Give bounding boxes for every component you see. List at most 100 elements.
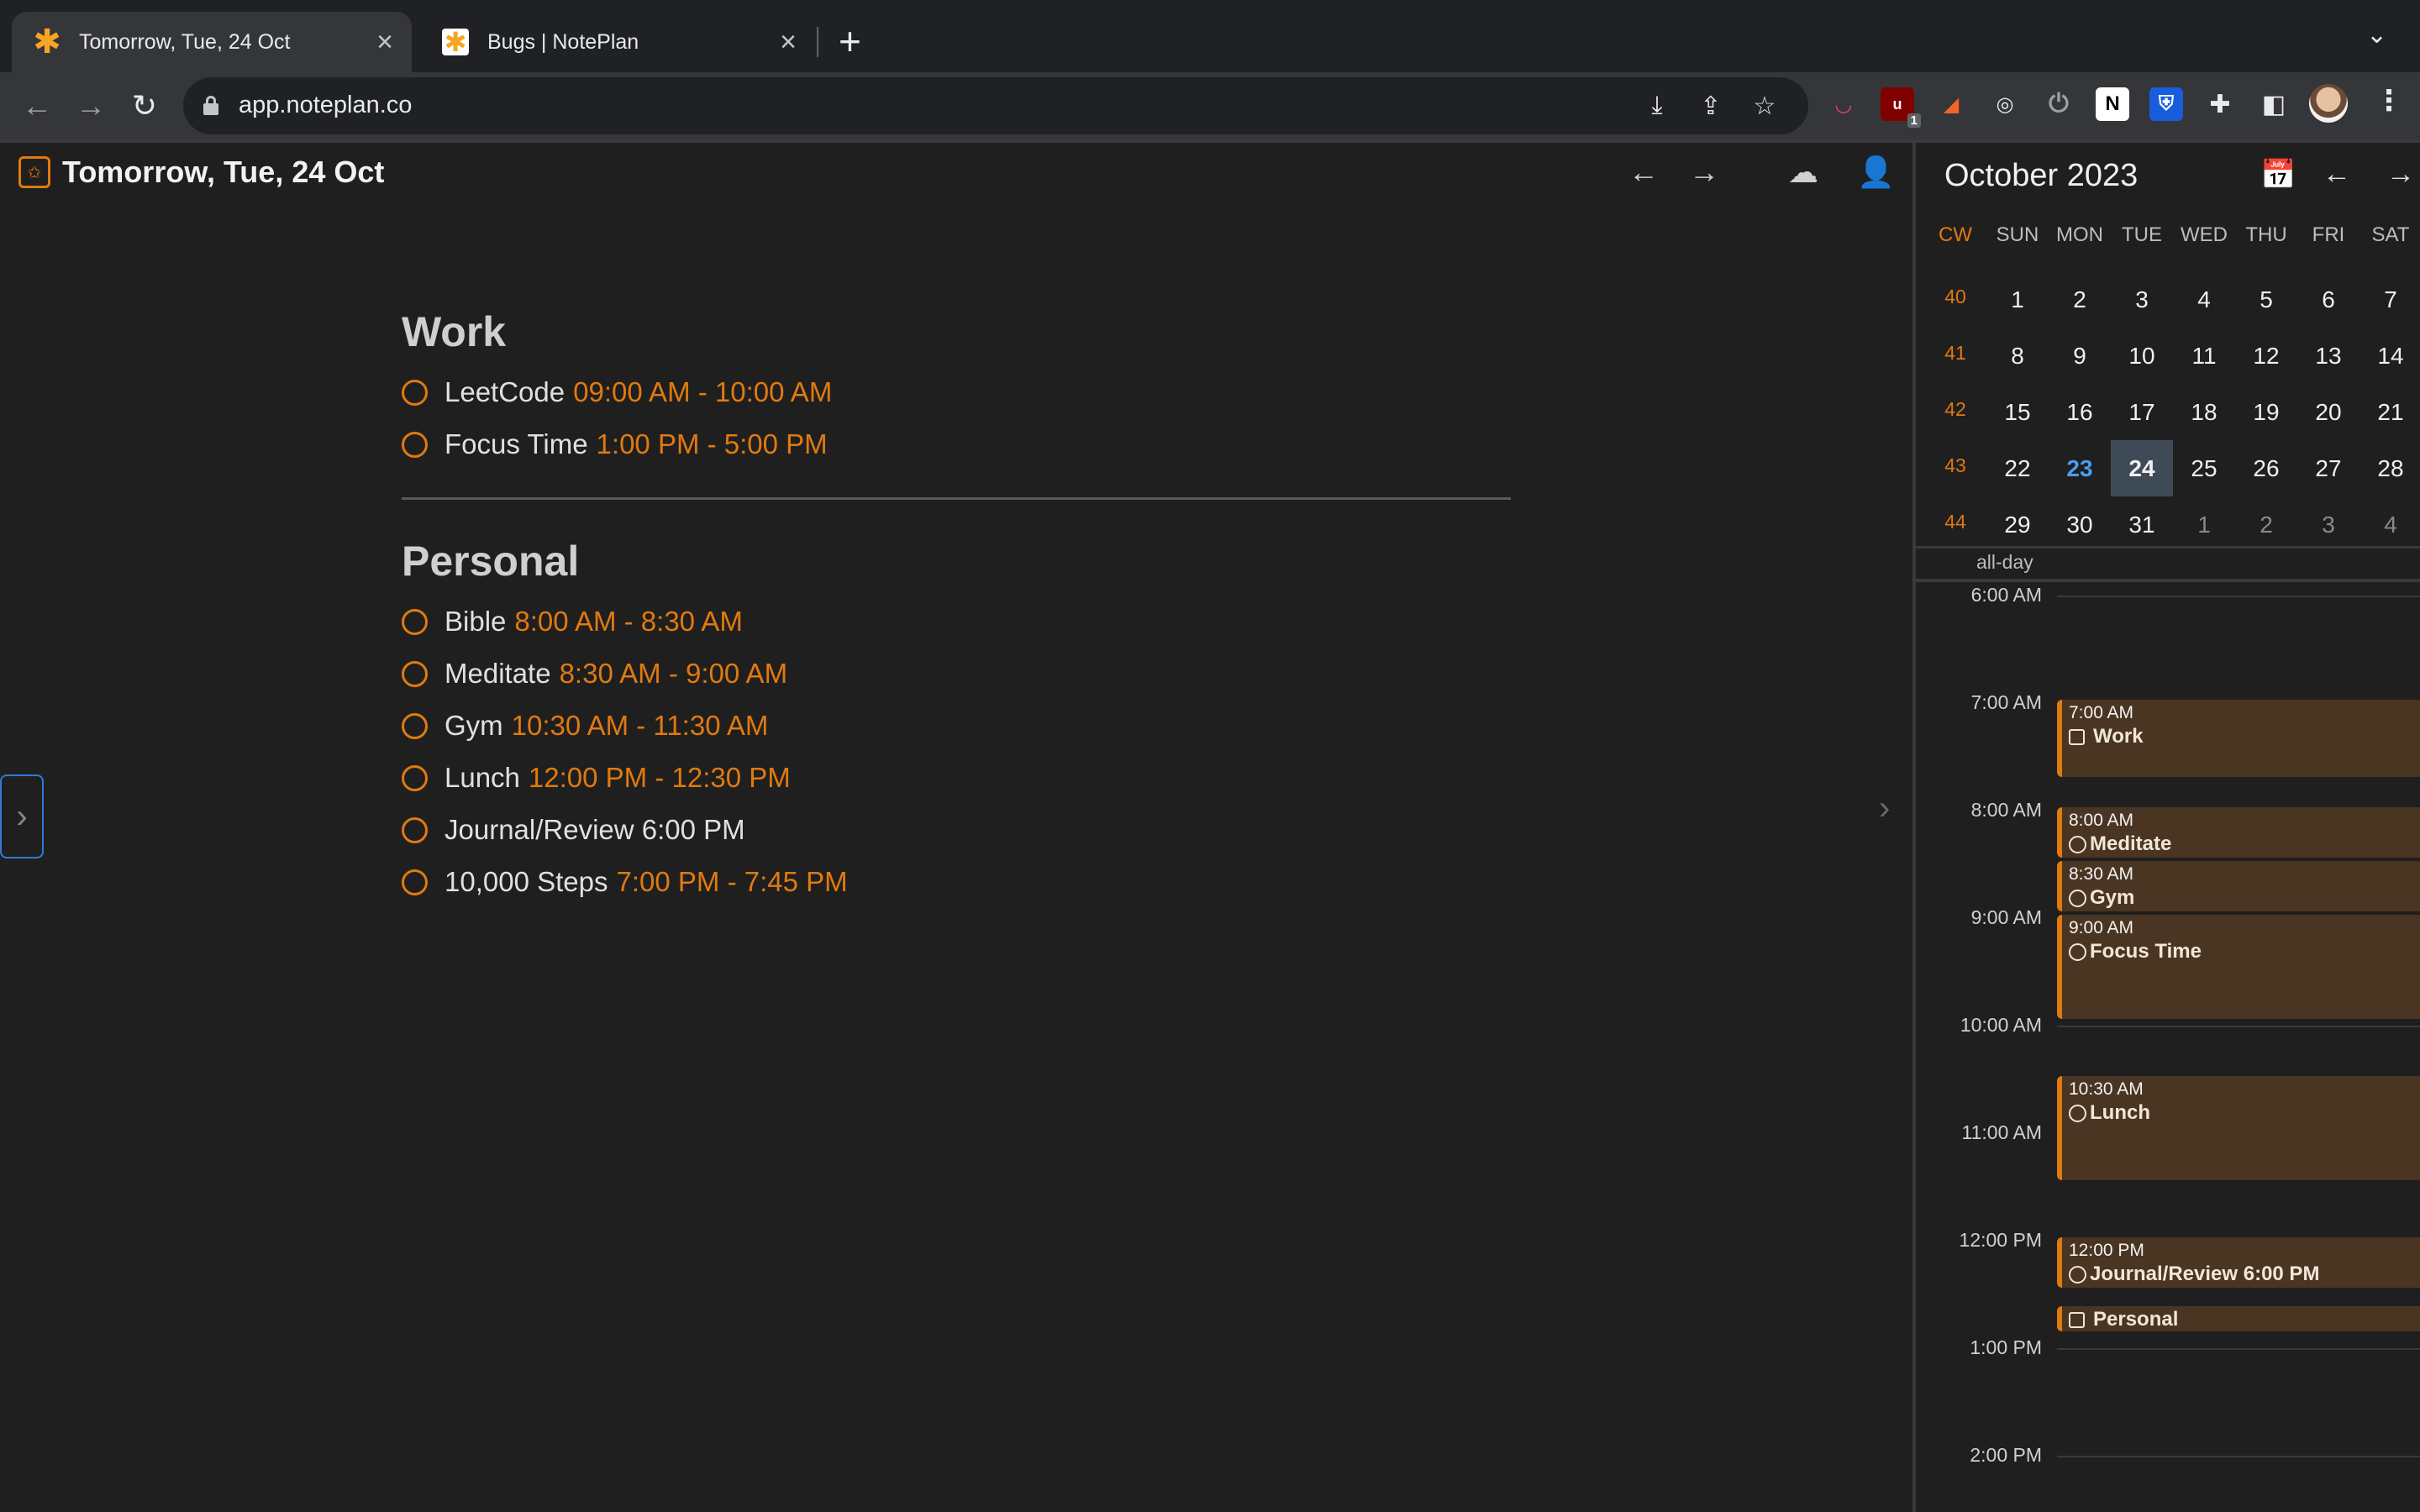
bitwarden-extension-icon[interactable]: ⛨: [2149, 87, 2183, 121]
calendar-day[interactable]: 21: [2360, 384, 2420, 440]
calendar-day[interactable]: 29: [1986, 496, 2049, 553]
calendar-day[interactable]: 8: [1986, 328, 2049, 384]
task-item[interactable]: Focus Time 1:00 PM - 5:00 PM: [402, 418, 1511, 470]
calendar-day[interactable]: 27: [2297, 440, 2360, 496]
calendar-day[interactable]: 1: [2173, 496, 2235, 553]
task-item[interactable]: LeetCode 09:00 AM - 10:00 AM: [402, 366, 1511, 418]
day-timeline[interactable]: 6:00 AM 7:00 AM 8:00 AM 9:00 AM 10:00 AM 11:0…: [1916, 582, 2420, 1512]
power-extension-icon[interactable]: ⏻: [2042, 87, 2075, 121]
calendar-day[interactable]: 23: [2049, 440, 2111, 496]
task-checkbox-circle-icon[interactable]: [402, 608, 428, 635]
calendar-day[interactable]: 30: [2049, 496, 2111, 553]
week-number[interactable]: 43: [1924, 440, 1986, 496]
close-tab-icon[interactable]: ×: [376, 26, 393, 59]
calendar-day[interactable]: 11: [2173, 328, 2235, 384]
calendar-day[interactable]: 1: [1986, 271, 2049, 328]
spy-extension-icon[interactable]: ◎: [1988, 87, 2022, 121]
bookmark-star-icon[interactable]: ☆: [1749, 91, 1780, 121]
forward-arrow-icon[interactable]: →: [71, 86, 111, 126]
calendar-day[interactable]: 10: [2111, 328, 2173, 384]
calendar-event[interactable]: 12:00 PM Journal/Review 6:00 PM: [2057, 1237, 2420, 1288]
close-tab-icon[interactable]: ×: [780, 26, 797, 59]
browser-tab-active[interactable]: ✱ Tomorrow, Tue, 24 Oct ×: [12, 12, 412, 72]
back-arrow-icon[interactable]: ←: [17, 86, 57, 126]
reload-icon[interactable]: ↻: [124, 86, 165, 126]
calendar-day[interactable]: 3: [2111, 271, 2173, 328]
task-checkbox-circle-icon[interactable]: [402, 379, 428, 406]
cloud-sync-icon[interactable]: ☁: [1788, 155, 1818, 190]
calendar-day[interactable]: 13: [2297, 328, 2360, 384]
task-checkbox-circle-icon[interactable]: [402, 869, 428, 895]
calendar-day[interactable]: 15: [1986, 384, 2049, 440]
profile-avatar[interactable]: [2309, 84, 2348, 123]
calendar-event[interactable]: 8:00 AM Meditate: [2057, 807, 2420, 858]
calendar-day[interactable]: 16: [2049, 384, 2111, 440]
calendar-day[interactable]: 20: [2297, 384, 2360, 440]
toggle-left-sidebar-chevron-icon[interactable]: ›: [0, 774, 44, 858]
task-item[interactable]: Journal/Review 6:00 PM: [402, 804, 1511, 856]
go-to-today-calendar-icon[interactable]: 📅: [2260, 158, 2296, 192]
task-checkbox-circle-icon[interactable]: [402, 431, 428, 458]
previous-month-arrow-icon[interactable]: ←: [2323, 158, 2351, 191]
week-number[interactable]: 40: [1924, 271, 1986, 328]
calendar-day[interactable]: 25: [2173, 440, 2235, 496]
calendar-day[interactable]: 4: [2360, 496, 2420, 553]
next-day-arrow-icon[interactable]: →: [1689, 155, 1719, 190]
calendar-day[interactable]: 18: [2173, 384, 2235, 440]
install-app-icon[interactable]: ⤓: [1642, 91, 1672, 121]
calendar-day[interactable]: 9: [2049, 328, 2111, 384]
week-number[interactable]: 42: [1924, 384, 1986, 440]
calendar-day[interactable]: 26: [2235, 440, 2297, 496]
extensions-puzzle-icon[interactable]: ✚: [2203, 87, 2237, 121]
new-tab-button[interactable]: +: [839, 18, 861, 64]
calendar-day[interactable]: 31: [2111, 496, 2173, 553]
calendar-day[interactable]: 24: [2111, 440, 2173, 496]
calendar-day[interactable]: 14: [2360, 328, 2420, 384]
notion-extension-icon[interactable]: N: [2096, 87, 2129, 121]
browser-menu-icon[interactable]: ⋮: [2375, 84, 2403, 118]
calendar-day[interactable]: 22: [1986, 440, 2049, 496]
week-number[interactable]: 41: [1924, 328, 1986, 384]
task-checkbox-circle-icon[interactable]: [402, 764, 428, 791]
calendar-day[interactable]: 19: [2235, 384, 2297, 440]
previous-day-arrow-icon[interactable]: ←: [1628, 155, 1659, 190]
pocket-extension-icon[interactable]: ◡: [1827, 87, 1860, 121]
task-item[interactable]: Lunch 12:00 PM - 12:30 PM: [402, 752, 1511, 804]
week-number[interactable]: 44: [1924, 496, 1986, 553]
calendar-day[interactable]: 4: [2173, 271, 2235, 328]
brave-talk-extension-icon[interactable]: ◢: [1934, 87, 1968, 121]
user-account-icon[interactable]: 👤: [1857, 155, 1895, 190]
ublock-extension-icon[interactable]: u 1: [1881, 87, 1921, 128]
note-content[interactable]: Work LeetCode 09:00 AM - 10:00 AM Focus …: [402, 307, 1511, 908]
toggle-right-sidebar-chevron-icon[interactable]: ›: [1879, 790, 1890, 827]
calendar-day[interactable]: 17: [2111, 384, 2173, 440]
task-item[interactable]: Bible 8:00 AM - 8:30 AM: [402, 596, 1511, 648]
calendar-day[interactable]: 28: [2360, 440, 2420, 496]
calendar-day[interactable]: 6: [2297, 271, 2360, 328]
address-bar[interactable]: app.noteplan.co ⤓ ⇪ ☆: [183, 77, 1808, 134]
calendar-day[interactable]: 5: [2235, 271, 2297, 328]
section-heading-work: Work: [402, 308, 507, 355]
share-icon[interactable]: ⇪: [1696, 91, 1726, 121]
calendar-event[interactable]: 7:00 AM Work: [2057, 700, 2420, 777]
task-item[interactable]: Meditate 8:30 AM - 9:00 AM: [402, 648, 1511, 700]
task-item[interactable]: 10,000 Steps 7:00 PM - 7:45 PM: [402, 856, 1511, 908]
next-month-arrow-icon[interactable]: →: [2386, 158, 2415, 191]
calendar-day[interactable]: 3: [2297, 496, 2360, 553]
calendar-event[interactable]: 8:30 AM Gym: [2057, 861, 2420, 911]
calendar-day[interactable]: 7: [2360, 271, 2420, 328]
tab-title: Bugs | NotePlan: [487, 29, 639, 54]
calendar-event[interactable]: 9:00 AM Focus Time: [2057, 915, 2420, 1019]
calendar-day[interactable]: 12: [2235, 328, 2297, 384]
side-panel-icon[interactable]: ◧: [2257, 87, 2291, 121]
calendar-day[interactable]: 2: [2235, 496, 2297, 553]
calendar-day[interactable]: 2: [2049, 271, 2111, 328]
calendar-event[interactable]: Personal: [2057, 1306, 2420, 1331]
tab-search-chevron-icon[interactable]: ⌄: [2366, 20, 2387, 50]
calendar-event[interactable]: 10:30 AM Lunch: [2057, 1076, 2420, 1180]
task-item[interactable]: Gym 10:30 AM - 11:30 AM: [402, 700, 1511, 752]
task-checkbox-circle-icon[interactable]: [402, 660, 428, 687]
task-checkbox-circle-icon[interactable]: [402, 816, 428, 843]
task-checkbox-circle-icon[interactable]: [402, 712, 428, 739]
browser-tab[interactable]: ✱ Bugs | NotePlan ×: [420, 12, 815, 72]
